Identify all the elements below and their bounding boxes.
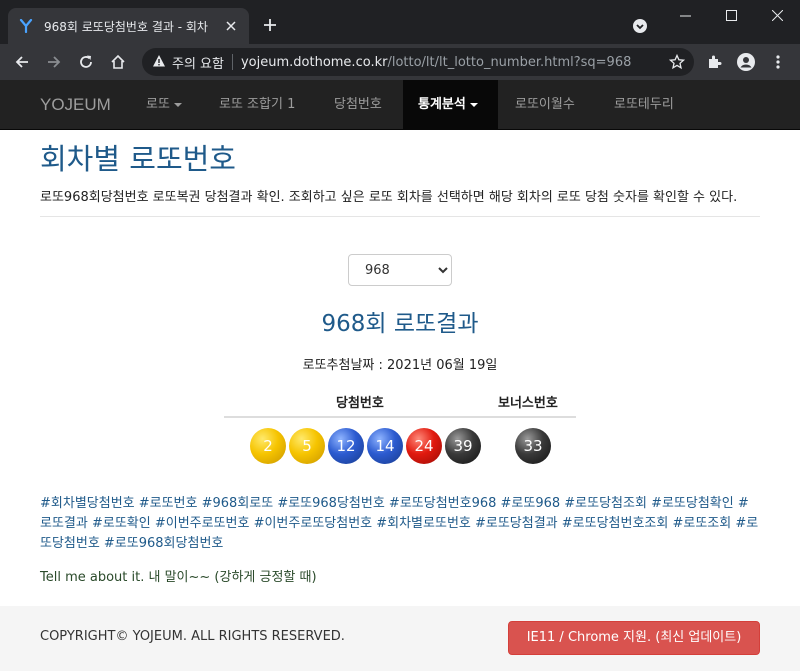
brand-logo[interactable]: YOJEUM — [40, 80, 111, 130]
minimize-icon[interactable] — [662, 0, 708, 30]
plus-icon[interactable] — [259, 14, 281, 36]
reload-icon[interactable] — [72, 48, 100, 76]
bonus-number-header: 보너스번호 — [498, 396, 558, 411]
draw-date-value: 2021년 06월 19일 — [387, 358, 498, 373]
nav-item-winning-numbers[interactable]: 당첨번호 — [319, 80, 397, 130]
caret-down-icon — [469, 102, 478, 107]
back-icon[interactable] — [8, 48, 36, 76]
note-text: Tell me about it. 내 말이~~ (강하게 긍정할 때) — [40, 570, 317, 585]
winning-numbers-header: 당첨번호 — [336, 396, 384, 411]
bonus-ball: 33 — [515, 428, 551, 464]
title-bar: 968회 로또당첨번호 결과 - 회차 — [0, 0, 800, 44]
security-label[interactable]: 주의 요함 — [172, 53, 224, 72]
nav-item-carryover[interactable]: 로또이월수 — [500, 80, 590, 130]
result-title: 968회 로또결과 — [321, 311, 479, 337]
warning-icon[interactable] — [152, 53, 166, 72]
lotto-ball: 39 — [445, 428, 481, 464]
nav-item-lotto[interactable]: 로또 — [131, 80, 197, 130]
home-icon[interactable] — [104, 48, 132, 76]
round-select-wrapper: 968 — [348, 254, 452, 286]
maximize-icon[interactable] — [708, 0, 754, 30]
lotto-ball: 12 — [328, 428, 364, 464]
page-title: 회차별 로또번호 — [40, 142, 236, 176]
draw-date-label: 로또추첨날짜 : — [302, 358, 388, 373]
page-description: 로또968회당첨번호 로또복권 당첨결과 확인. 조회하고 싶은 로또 회차를 … — [40, 190, 738, 205]
lotto-ball: 5 — [289, 428, 325, 464]
tab-title: 968회 로또당첨번호 결과 - 회차 — [44, 19, 208, 34]
browser-tab[interactable]: 968회 로또당첨번호 결과 - 회차 — [8, 8, 249, 44]
balls-row: 2 5 12 14 24 39 33 — [224, 418, 576, 474]
tab-search-icon[interactable] — [630, 16, 650, 36]
browser-toolbar: 주의 요함 yojeum.dothome.co.kr /lotto/lt/lt_… — [0, 44, 800, 80]
forward-icon[interactable] — [40, 48, 68, 76]
nav-item-statistics[interactable]: 통계분석 — [403, 80, 498, 130]
copyright: COPYRIGHT© YOJEUM. ALL RIGHTS RESERVED. — [40, 629, 345, 644]
lotto-ball: 24 — [406, 428, 442, 464]
site-navbar: YOJEUM 로또 로또 조합기 1 당첨번호 통계분석 로또이월수 로또테두리 — [0, 80, 800, 130]
site-footer: COPYRIGHT© YOJEUM. ALL RIGHTS RESERVED. … — [0, 606, 800, 671]
draw-date: 로또추첨날짜 : 2021년 06월 19일 — [40, 354, 760, 373]
address-bar[interactable]: 주의 요함 yojeum.dothome.co.kr /lotto/lt/lt_… — [142, 48, 694, 76]
profile-icon[interactable] — [732, 48, 760, 76]
nav-item-combinator[interactable]: 로또 조합기 1 — [204, 80, 310, 130]
window-close-icon[interactable] — [754, 0, 800, 30]
browser-support-button[interactable]: IE11 / Chrome 지원. (최신 업데이트) — [508, 621, 760, 655]
extensions-icon[interactable] — [700, 48, 728, 76]
table-header: 당첨번호 보너스번호 — [224, 382, 576, 418]
nav-item-border[interactable]: 로또테두리 — [599, 80, 689, 130]
caret-down-icon — [173, 102, 182, 107]
yojeum-favicon-icon — [18, 18, 34, 34]
lotto-ball: 14 — [367, 428, 403, 464]
main-content: 회차별 로또번호 로또968회당첨번호 로또복권 당첨결과 확인. 조회하고 싶… — [40, 130, 760, 585]
round-select[interactable]: 968 — [348, 254, 452, 286]
menu-icon[interactable] — [764, 48, 792, 76]
omnibox-divider — [231, 54, 233, 70]
hashtags[interactable]: #회차별당첨번호 #로또번호 #968회로또 #로또968당첨번호 #로또당첨번… — [40, 494, 760, 554]
browser-window: 968회 로또당첨번호 결과 - 회차 주의 요함 yojeum.dothome… — [0, 0, 800, 671]
close-icon[interactable] — [223, 18, 239, 34]
divider — [40, 216, 760, 217]
url-path: /lotto/lt/lt_lotto_number.html?sq=968 — [387, 54, 632, 70]
star-icon[interactable] — [668, 53, 686, 71]
winning-numbers-table: 당첨번호 보너스번호 2 5 12 14 24 39 33 — [224, 382, 576, 474]
lotto-ball: 2 — [250, 428, 286, 464]
url-host: yojeum.dothome.co.kr — [240, 54, 388, 70]
